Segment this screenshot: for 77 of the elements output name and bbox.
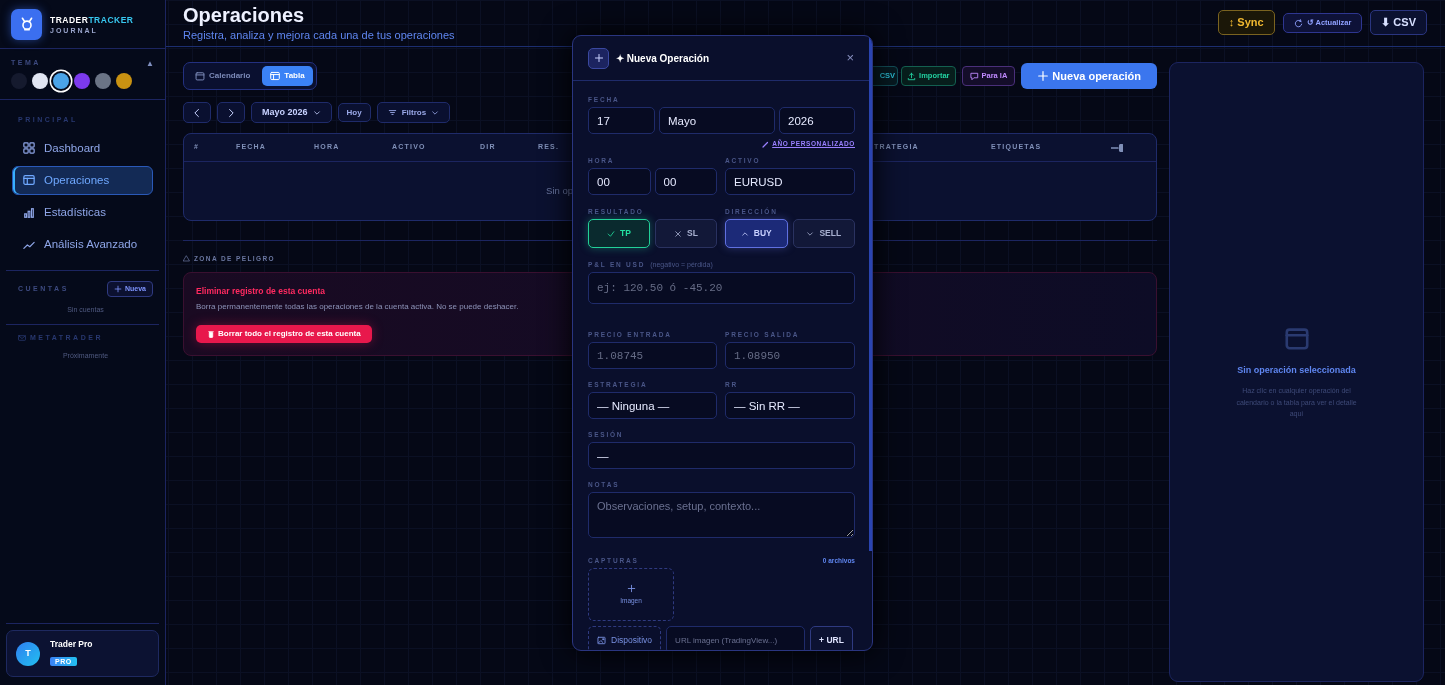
undo-icon xyxy=(1293,18,1303,28)
close-button[interactable]: × xyxy=(846,48,854,68)
chevron-right-icon xyxy=(226,107,236,118)
bar-chart-icon xyxy=(23,206,35,219)
plus-icon xyxy=(588,47,609,69)
mail-icon xyxy=(18,333,26,342)
option-toggle[interactable]: TP xyxy=(588,219,650,248)
warning-icon xyxy=(183,255,190,263)
table-icon xyxy=(23,174,35,187)
grid-icon xyxy=(23,142,35,155)
input-field[interactable]: 00 xyxy=(588,168,651,195)
filters-button[interactable]: Filtros xyxy=(376,102,451,123)
sidebar-item[interactable]: Análisis Avanzado xyxy=(12,230,153,260)
input-field[interactable]: 2026 xyxy=(779,107,855,134)
modal-title: ✦ Nueva Operación xyxy=(616,51,710,66)
empty-title: Sin operación seleccionada xyxy=(1237,363,1356,377)
avatar: T xyxy=(16,641,40,666)
user-name: Trader Pro xyxy=(50,638,93,651)
delete-column-icon xyxy=(1111,141,1123,154)
chevron-down-icon xyxy=(806,229,815,238)
plus-icon xyxy=(114,284,122,293)
input-field[interactable]: 1.08745 xyxy=(588,342,717,369)
option-toggle[interactable]: SELL xyxy=(792,219,855,248)
input-field[interactable]: 17 xyxy=(588,107,655,134)
page-title: Operaciones xyxy=(183,4,306,27)
sync-button[interactable]: ↕ Sync xyxy=(1217,10,1275,35)
csv-export-button[interactable]: ⬇ CSV xyxy=(1370,10,1427,35)
chevron-left-icon xyxy=(192,107,202,118)
chevron-down-icon xyxy=(312,108,321,117)
pencil-icon xyxy=(762,140,770,148)
notes-field[interactable]: Observaciones, setup, contexto... xyxy=(588,492,855,538)
trash-icon xyxy=(207,329,215,338)
plus-icon xyxy=(626,583,636,593)
month-selector[interactable]: Mayo 2026 xyxy=(251,102,332,123)
page-subtitle: Registra, analiza y mejora cada una de tus operaciones xyxy=(183,28,455,43)
theme-swatch[interactable] xyxy=(95,73,111,89)
device-button[interactable]: Dispositivo xyxy=(588,626,662,650)
sidebar-item[interactable]: Dashboard xyxy=(12,133,153,163)
view-tab[interactable]: Calendario xyxy=(187,66,259,86)
input-field[interactable]: — Ninguna — xyxy=(588,392,717,419)
input-field[interactable]: 1.08950 xyxy=(725,342,855,369)
sidebar-item[interactable]: Operaciones xyxy=(12,165,153,195)
theme-swatch[interactable] xyxy=(74,73,90,89)
new-operation-button[interactable]: Nueva operación xyxy=(1021,63,1157,89)
theme-swatch[interactable] xyxy=(116,73,132,89)
danger-description: Borra permanentemente todas las operaciones de la cuenta activa. No se puede deshacer. xyxy=(196,300,519,313)
input-field[interactable]: ej: 120.50 ó -45.20 xyxy=(588,272,855,304)
delete-all-button[interactable]: Borrar todo el registro de esta cuenta xyxy=(196,324,372,343)
chat-icon xyxy=(969,71,979,81)
filter-icon xyxy=(387,108,397,117)
theme-swatch[interactable] xyxy=(32,73,48,89)
table-icon xyxy=(270,71,281,81)
close-icon xyxy=(674,229,683,238)
view-tab[interactable]: Tabla xyxy=(262,66,313,86)
option-toggle[interactable]: SL xyxy=(655,219,717,248)
option-toggle[interactable]: BUY xyxy=(725,219,788,248)
input-field[interactable]: — Sin RR — xyxy=(725,392,855,419)
input-field[interactable]: Mayo xyxy=(659,107,775,134)
chevron-up-icon xyxy=(740,229,749,238)
input-field[interactable]: URL imagen (TradingView...) xyxy=(666,626,806,650)
danger-title: Eliminar registro de esta cuenta xyxy=(196,284,325,298)
input-field[interactable]: — xyxy=(588,442,855,469)
brand-name: TRADERTRACKER xyxy=(50,14,134,27)
input-field[interactable]: EURUSD xyxy=(725,168,855,195)
input-field[interactable]: 00 xyxy=(654,168,717,195)
today-button[interactable]: Hoy xyxy=(337,103,371,122)
chevron-down-icon xyxy=(431,108,440,117)
image-icon xyxy=(597,635,606,645)
sidebar-item[interactable]: Estadísticas xyxy=(12,198,153,228)
theme-swatch[interactable] xyxy=(53,73,69,89)
calendar-icon xyxy=(195,71,205,81)
scrollbar[interactable] xyxy=(869,36,872,551)
plus-icon xyxy=(1037,70,1050,82)
collapse-toggle[interactable]: ▲ xyxy=(146,58,154,70)
check-icon xyxy=(607,229,616,238)
add-url-button[interactable]: + URL xyxy=(810,626,853,650)
upload-icon xyxy=(907,71,917,81)
